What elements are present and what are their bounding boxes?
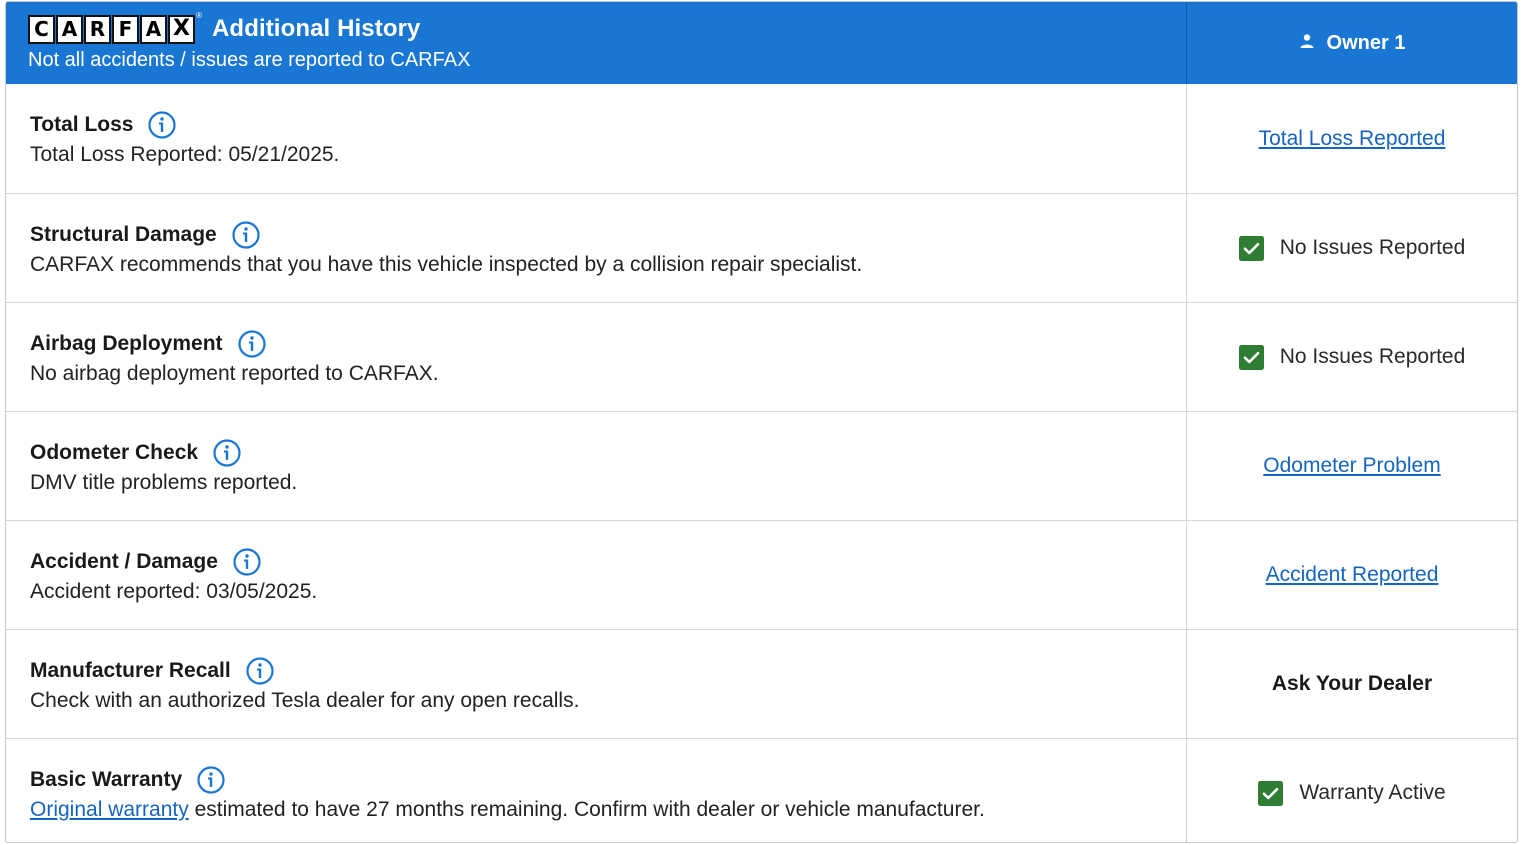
row-description: CARFAX recommends that you have this veh… xyxy=(30,253,863,276)
header-left: C A R F A X ® Additional History Not all… xyxy=(6,2,1187,84)
basic-warranty-detail-cell: Basic Warranty Original warranty estimate… xyxy=(6,739,1187,842)
accident-damage-detail-cell: Accident / Damage Accident reported: 03/0… xyxy=(6,521,1187,629)
check-icon xyxy=(1238,235,1264,261)
table-row: Odometer Check DMV title problems reporte… xyxy=(6,411,1517,520)
total-loss-status-link[interactable]: Total Loss Reported xyxy=(1259,127,1446,151)
check-icon xyxy=(1238,344,1264,370)
airbag-deployment-status: No Issues Reported xyxy=(1238,344,1465,370)
basic-warranty-status: Warranty Active xyxy=(1258,780,1446,806)
odometer-check-detail-cell: Odometer Check DMV title problems reporte… xyxy=(6,412,1187,520)
row-description: Total Loss Reported: 05/21/2025. xyxy=(30,143,340,166)
row-title: Manufacturer Recall xyxy=(30,659,231,682)
row-description: Check with an authorized Tesla dealer fo… xyxy=(30,689,580,712)
airbag-deployment-status-cell: No Issues Reported xyxy=(1187,303,1517,411)
table-header: C A R F A X ® Additional History Not all… xyxy=(6,2,1517,84)
info-icon[interactable] xyxy=(245,656,275,686)
structural-damage-status-cell: No Issues Reported xyxy=(1187,194,1517,302)
odometer-check-status-cell: Odometer Problem xyxy=(1187,412,1517,520)
info-icon[interactable] xyxy=(231,220,261,250)
accident-damage-status-cell: Accident Reported xyxy=(1187,521,1517,629)
table-row: Airbag Deployment No airbag deployment re… xyxy=(6,302,1517,411)
table-row: Manufacturer Recall Check with an authori… xyxy=(6,629,1517,738)
info-icon[interactable] xyxy=(147,110,177,140)
check-icon xyxy=(1258,780,1284,806)
accident-damage-status-link[interactable]: Accident Reported xyxy=(1266,563,1439,587)
additional-history-table: C A R F A X ® Additional History Not all… xyxy=(5,1,1518,843)
manufacturer-recall-status: Ask Your Dealer xyxy=(1271,672,1433,695)
header-subtitle: Not all accidents / issues are reported … xyxy=(28,49,471,71)
structural-damage-status: No Issues Reported xyxy=(1238,235,1465,261)
info-icon[interactable] xyxy=(196,765,226,795)
table-row: Total Loss Total Loss Reported: 05/21/202… xyxy=(6,84,1517,193)
total-loss-status-cell: Total Loss Reported xyxy=(1187,84,1517,193)
row-title: Airbag Deployment xyxy=(30,332,223,355)
row-description: DMV title problems reported. xyxy=(30,471,298,494)
row-title: Odometer Check xyxy=(30,441,199,464)
row-title: Total Loss xyxy=(30,113,134,136)
header-title: Additional History xyxy=(212,15,421,42)
row-title: Structural Damage xyxy=(30,223,217,246)
manufacturer-recall-detail-cell: Manufacturer Recall Check with an authori… xyxy=(6,630,1187,738)
row-description: No airbag deployment reported to CARFAX. xyxy=(30,362,439,385)
person-icon xyxy=(1299,32,1315,55)
manufacturer-recall-status-cell: Ask Your Dealer xyxy=(1187,630,1517,738)
table-row: Accident / Damage Accident reported: 03/0… xyxy=(6,520,1517,629)
history-rows: Total Loss Total Loss Reported: 05/21/202… xyxy=(6,84,1517,842)
structural-damage-detail-cell: Structural Damage CARFAX recommends that … xyxy=(6,194,1187,302)
info-icon[interactable] xyxy=(237,329,267,359)
row-description: Accident reported: 03/05/2025. xyxy=(30,580,318,603)
odometer-check-status-link[interactable]: Odometer Problem xyxy=(1263,454,1440,478)
basic-warranty-status-cell: Warranty Active xyxy=(1187,739,1517,842)
owner-label: Owner 1 xyxy=(1326,31,1406,54)
airbag-deployment-detail-cell: Airbag Deployment No airbag deployment re… xyxy=(6,303,1187,411)
info-icon[interactable] xyxy=(212,438,242,468)
owner-column-header: Owner 1 xyxy=(1187,2,1517,84)
table-row: Basic Warranty Original warranty estimate… xyxy=(6,738,1517,842)
carfax-logo: C A R F A X ® xyxy=(28,11,202,45)
row-description: Original warranty estimated to have 27 m… xyxy=(30,798,985,821)
table-row: Structural Damage CARFAX recommends that … xyxy=(6,193,1517,302)
original-warranty-link[interactable]: Original warranty xyxy=(30,798,189,821)
row-title: Basic Warranty xyxy=(30,768,183,791)
info-icon[interactable] xyxy=(232,547,262,577)
row-title: Accident / Damage xyxy=(30,550,218,573)
total-loss-detail-cell: Total Loss Total Loss Reported: 05/21/202… xyxy=(6,84,1187,193)
